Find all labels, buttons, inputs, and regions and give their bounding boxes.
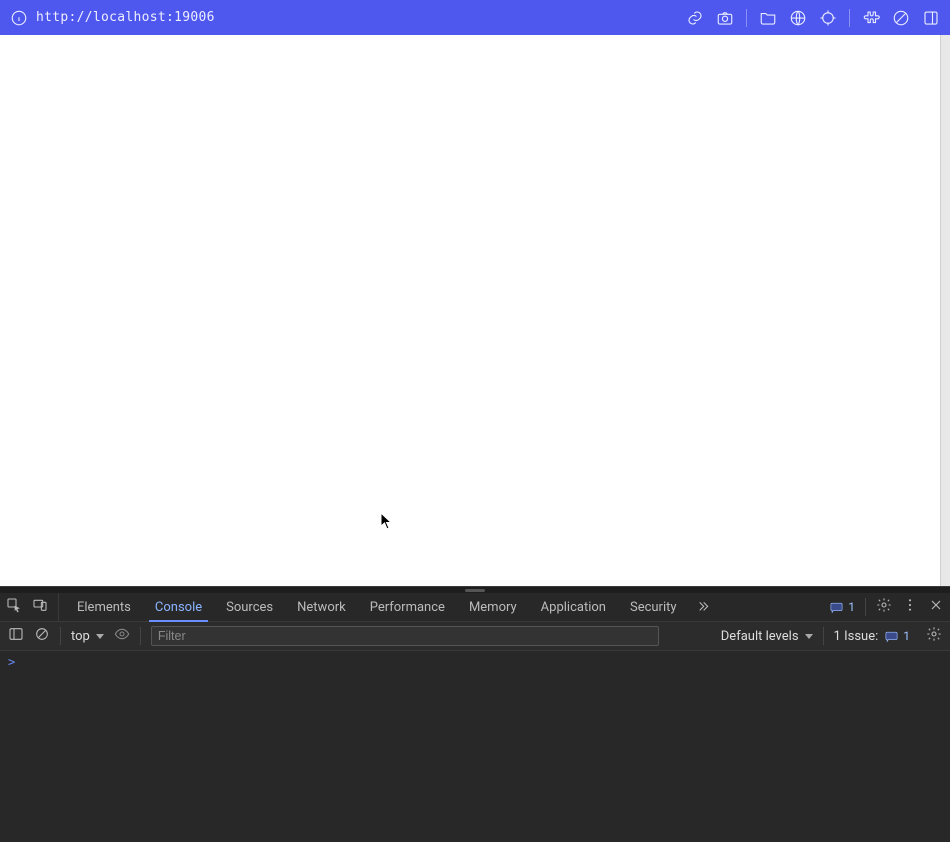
console-toolbar: top Default levels 1 Issue: 1 [0, 622, 950, 651]
messages-count: 1 [848, 600, 855, 614]
inspect-element-icon[interactable] [6, 597, 22, 617]
console-output[interactable]: > [0, 651, 950, 842]
context-label: top [71, 629, 90, 644]
url-text[interactable]: http://localhost:19006 [36, 10, 215, 25]
execution-context-selector[interactable]: top [71, 629, 104, 644]
mouse-cursor [380, 512, 394, 534]
devtools-panel: Elements Console Sources Network Perform… [0, 586, 950, 842]
separator [823, 627, 824, 645]
clear-console-icon[interactable] [34, 626, 50, 646]
separator [746, 9, 747, 27]
device-toolbar-icon[interactable] [32, 597, 48, 617]
devtools-tabstrip: Elements Console Sources Network Perform… [0, 593, 950, 622]
folder-icon[interactable] [759, 9, 777, 27]
settings-gear-icon[interactable] [876, 597, 892, 617]
camera-icon[interactable] [716, 9, 734, 27]
tab-security[interactable]: Security [618, 593, 689, 621]
globe-icon[interactable] [789, 9, 807, 27]
console-filter-input[interactable] [151, 626, 659, 646]
address-bar: http://localhost:19006 [0, 0, 950, 35]
block-icon[interactable] [892, 9, 910, 27]
separator [865, 598, 866, 616]
issues-count: 1 [903, 629, 910, 643]
messages-badge[interactable]: 1 [829, 600, 855, 615]
tab-elements[interactable]: Elements [65, 593, 143, 621]
issues-label: 1 Issue: [834, 629, 879, 644]
extensions-icon[interactable] [862, 9, 880, 27]
chevron-down-icon [96, 634, 104, 639]
address-bar-actions [686, 9, 940, 27]
separator [60, 627, 61, 645]
target-icon[interactable] [819, 9, 837, 27]
chevron-down-icon [805, 634, 813, 639]
console-prompt: > [8, 655, 15, 669]
console-sidebar-toggle-icon[interactable] [8, 626, 24, 646]
page-viewport [0, 35, 950, 586]
split-panel-icon[interactable] [922, 9, 940, 27]
tab-performance[interactable]: Performance [358, 593, 457, 621]
site-info-icon[interactable] [10, 9, 28, 27]
issues-counter[interactable]: 1 Issue: 1 [834, 629, 910, 644]
tab-memory[interactable]: Memory [457, 593, 529, 621]
levels-label: Default levels [721, 629, 799, 644]
separator [849, 9, 850, 27]
separator [140, 627, 141, 645]
tab-application[interactable]: Application [529, 593, 618, 621]
live-expression-icon[interactable] [114, 626, 130, 646]
viewport-scrollbar-gutter [940, 35, 950, 586]
link-icon[interactable] [686, 9, 704, 27]
tab-network[interactable]: Network [285, 593, 358, 621]
more-tabs-icon[interactable] [695, 597, 711, 617]
kebab-menu-icon[interactable] [902, 597, 918, 617]
close-devtools-icon[interactable] [928, 597, 944, 617]
tab-console[interactable]: Console [143, 593, 214, 621]
tab-sources[interactable]: Sources [214, 593, 285, 621]
console-settings-gear-icon[interactable] [926, 626, 942, 646]
log-levels-selector[interactable]: Default levels [721, 629, 813, 644]
